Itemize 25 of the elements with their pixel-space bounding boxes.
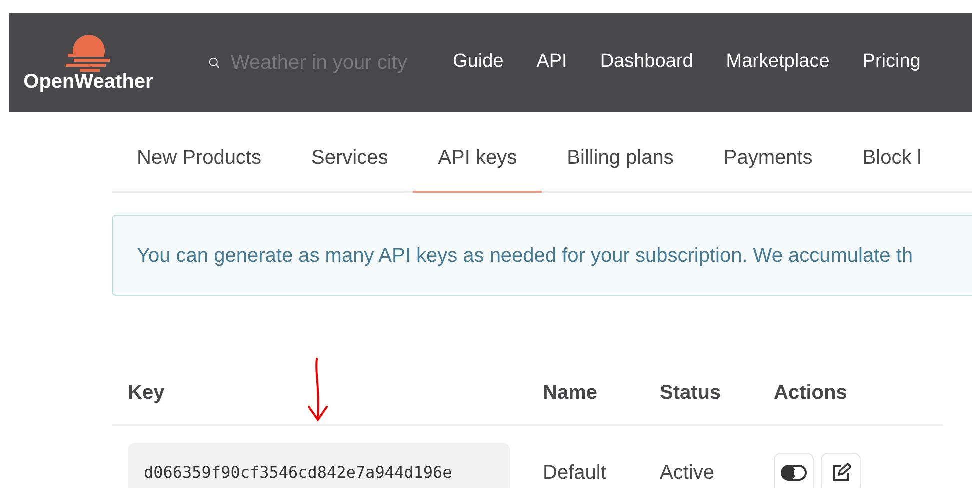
- tab[interactable]: Payments: [698, 142, 838, 193]
- nav-link[interactable]: Pricing: [862, 48, 921, 77]
- tab[interactable]: Block l: [838, 142, 947, 193]
- tab[interactable]: New Products: [112, 142, 286, 193]
- toggle-button[interactable]: [774, 453, 814, 488]
- nav-link[interactable]: API: [536, 48, 568, 77]
- edit-button[interactable]: [821, 453, 861, 488]
- tab[interactable]: API keys: [413, 142, 542, 193]
- column-header: Actions: [774, 382, 848, 404]
- api-key: d066359f90cf3546cd842e7a944d196e: [128, 443, 510, 488]
- info-alert: You can generate as many API keys as needed for your subscription. We accumulate th: [112, 215, 972, 296]
- tab[interactable]: Services: [286, 142, 414, 193]
- column-header: Key: [128, 382, 165, 404]
- nav-link[interactable]: Guide: [453, 48, 504, 77]
- arrow-annotation: [306, 357, 330, 423]
- edit-icon: [831, 463, 851, 483]
- tab[interactable]: Billing plans: [542, 142, 699, 193]
- status-text: Active: [660, 462, 714, 484]
- nav-link[interactable]: Dashboard: [600, 48, 694, 77]
- column-header: Status: [660, 382, 722, 404]
- nav-link[interactable]: Marketplace: [726, 48, 830, 77]
- logo-text[interactable]: OpenWeather: [24, 72, 154, 92]
- column-header: Name: [543, 382, 598, 404]
- key-name: Default: [543, 462, 606, 484]
- toggle-icon: [781, 465, 807, 481]
